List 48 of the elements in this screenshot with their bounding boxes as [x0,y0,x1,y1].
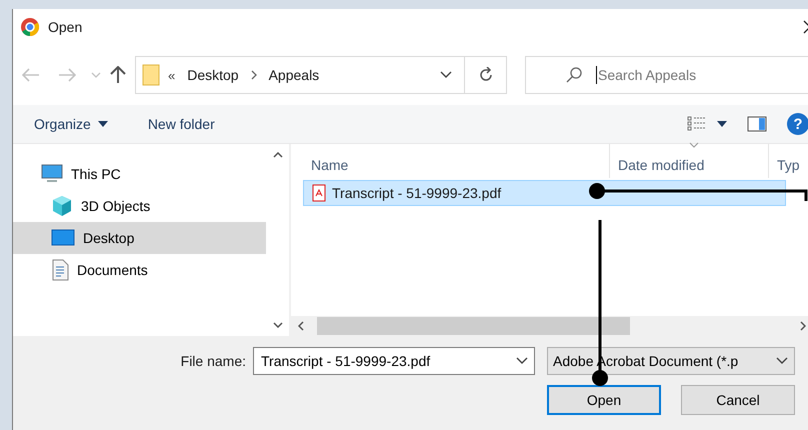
view-options-button[interactable] [687,116,727,132]
search-field[interactable]: Search Appeals [525,56,808,94]
window-title: Open [48,19,82,35]
scrollbar-thumb[interactable] [317,317,630,335]
list-view-icon [687,116,707,132]
breadcrumb[interactable]: Desktop [183,67,243,83]
help-button[interactable]: ? [787,113,808,135]
caret-icon [717,121,727,127]
overflow-marker[interactable]: « [168,68,176,82]
pdf-file-icon [312,184,326,202]
cube-icon [51,195,73,217]
browser-logo-icon [20,17,40,37]
column-header[interactable]: Date modified [610,144,769,178]
preview-pane-button[interactable] [747,116,767,132]
sidebar-item[interactable]: Documents [13,254,266,286]
sidebar-item[interactable]: Desktop [13,222,266,254]
column-header[interactable]: Typ [769,144,808,178]
file-name-field[interactable]: Transcript - 51-9999-23.pdf [253,347,535,375]
scroll-down-icon[interactable] [272,322,282,328]
folder-icon [142,64,160,86]
sidebar-item[interactable]: This PC [13,158,266,190]
open-button[interactable]: Open [547,385,661,415]
address-bar[interactable]: « Desktop Appeals [135,56,507,94]
scroll-right-icon[interactable] [800,321,806,331]
chevron-down-icon [516,357,528,365]
sidebar-item[interactable]: 3D Objects [13,190,266,222]
new-folder-button[interactable]: New folder [148,116,215,132]
refresh-icon [478,67,494,83]
search-icon [566,67,582,83]
monitor-icon [51,229,75,247]
organize-button[interactable]: Organize [34,116,108,132]
document-icon [51,259,69,281]
sort-icon [689,142,699,148]
file-row[interactable]: Transcript - 51-9999-23.pdf [303,180,786,206]
pane-icon [747,116,767,132]
column-header[interactable]: Name [303,144,610,178]
search-input[interactable]: Search Appeals [596,66,800,84]
caret-icon [98,121,108,127]
file-name-label: File name: [180,353,247,369]
breadcrumb[interactable]: Appeals [264,67,324,83]
scroll-left-icon[interactable] [298,321,304,331]
cancel-button[interactable]: Cancel [681,385,795,415]
computer-icon [41,164,63,184]
chevron-down-icon [776,357,788,365]
file-name-input[interactable]: Transcript - 51-9999-23.pdf [259,352,516,370]
scroll-up-icon[interactable] [272,152,282,158]
chevron-down-icon [440,71,452,79]
chevron-right-icon [250,70,257,80]
